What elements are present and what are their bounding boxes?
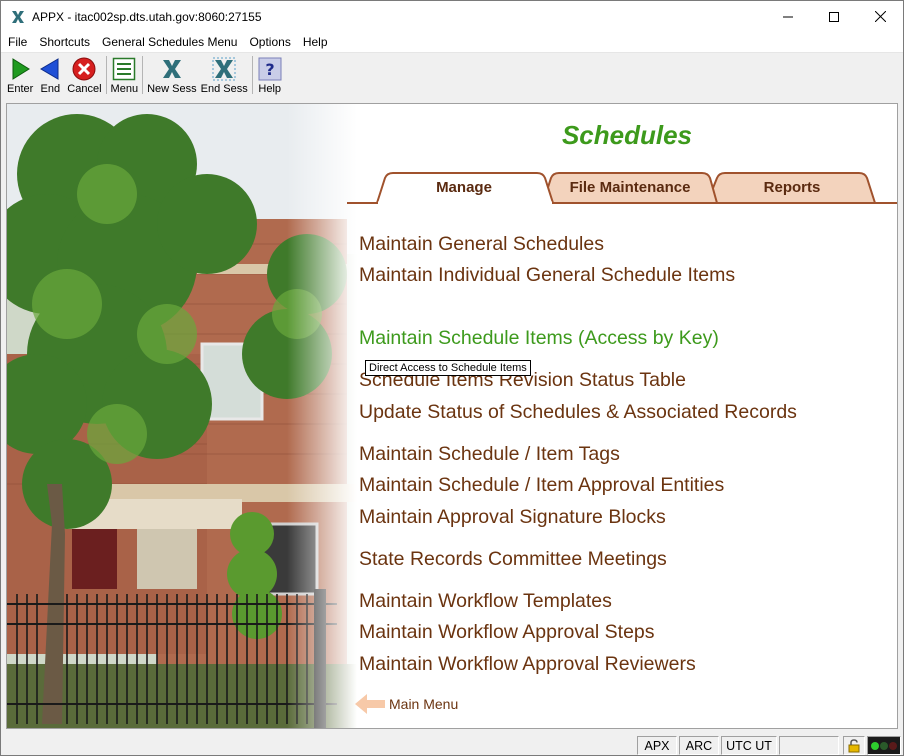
- tab-manage[interactable]: Manage: [385, 179, 543, 196]
- tab-reports[interactable]: Reports: [717, 179, 867, 196]
- link-committee-meetings[interactable]: State Records Committee Meetings: [359, 548, 667, 571]
- link-approval-entities[interactable]: Maintain Schedule / Item Approval Entiti…: [359, 474, 724, 497]
- end-session-label: End Sess: [200, 83, 248, 95]
- toolbar-separator: [105, 56, 107, 94]
- help-button[interactable]: ? Help: [255, 54, 285, 95]
- title-bar[interactable]: APPX - itac002sp.dts.utah.gov:8060:27155: [1, 1, 903, 32]
- enter-label: Enter: [7, 83, 34, 95]
- close-icon: [874, 11, 886, 22]
- link-maintain-schedule-items-by-key[interactable]: Maintain Schedule Items (Access by Key): [359, 327, 719, 350]
- link-maintain-individual-items[interactable]: Maintain Individual General Schedule Ite…: [359, 264, 735, 287]
- cancel-x-icon: [71, 56, 97, 82]
- menu-options[interactable]: Options: [243, 35, 296, 49]
- end-session-icon: [211, 56, 237, 82]
- tab-bar: Manage File Maintenance Reports: [347, 170, 897, 204]
- status-empty: [779, 736, 839, 755]
- window-title: APPX - itac002sp.dts.utah.gov:8060:27155: [32, 9, 262, 24]
- status-arc: ARC: [679, 736, 719, 755]
- link-maintain-general-schedules[interactable]: Maintain General Schedules: [359, 233, 604, 256]
- app-window: APPX - itac002sp.dts.utah.gov:8060:27155…: [0, 0, 904, 756]
- menu-list-icon: [111, 56, 137, 82]
- toolbar: Enter End Cancel Menu New Sess End Sess …: [1, 54, 903, 97]
- toolbar-separator: [142, 56, 144, 94]
- help-label: Help: [258, 83, 282, 95]
- status-apx: APX: [637, 736, 677, 755]
- close-button[interactable]: [857, 1, 903, 32]
- status-bar: APX ARC UTC UT: [1, 734, 903, 755]
- connection-lights-icon: [867, 736, 901, 755]
- svg-text:?: ?: [265, 60, 274, 79]
- menu-general-schedules[interactable]: General Schedules Menu: [96, 35, 243, 49]
- page-title: Schedules: [561, 120, 693, 150]
- tooltip: Direct Access to Schedule Items: [365, 360, 531, 376]
- building-photo: [7, 104, 357, 728]
- cancel-button[interactable]: Cancel: [65, 54, 103, 95]
- maximize-button[interactable]: [811, 1, 857, 32]
- end-session-button[interactable]: End Sess: [199, 54, 250, 95]
- link-item-tags[interactable]: Maintain Schedule / Item Tags: [359, 443, 620, 466]
- link-workflow-steps[interactable]: Maintain Workflow Approval Steps: [359, 621, 655, 644]
- end-label: End: [40, 83, 61, 95]
- menu-shortcuts[interactable]: Shortcuts: [33, 35, 96, 49]
- help-question-icon: ?: [257, 56, 283, 82]
- main-menu-link[interactable]: Main Menu: [355, 694, 458, 714]
- appx-x-icon: [10, 9, 26, 25]
- link-workflow-templates[interactable]: Maintain Workflow Templates: [359, 590, 612, 613]
- link-workflow-reviewers[interactable]: Maintain Workflow Approval Reviewers: [359, 653, 696, 676]
- menu-help[interactable]: Help: [297, 35, 334, 49]
- tab-file-maintenance[interactable]: File Maintenance: [550, 179, 710, 196]
- cancel-label: Cancel: [67, 83, 102, 95]
- lock-icon: [843, 736, 865, 755]
- link-signature-blocks[interactable]: Maintain Approval Signature Blocks: [359, 506, 666, 529]
- end-button[interactable]: End: [35, 54, 65, 95]
- menu-button[interactable]: Menu: [109, 54, 141, 95]
- main-content: Schedules Manage File Maintenance Report…: [6, 103, 898, 729]
- left-arrow-icon: [355, 694, 385, 714]
- menu-label: Menu: [110, 83, 139, 95]
- toolbar-separator: [251, 56, 253, 94]
- enter-button[interactable]: Enter: [5, 54, 35, 95]
- new-session-label: New Sess: [147, 83, 197, 95]
- new-session-button[interactable]: New Sess: [145, 54, 199, 95]
- minimize-icon: [783, 16, 793, 17]
- main-menu-label: Main Menu: [389, 696, 459, 712]
- status-utc: UTC UT: [721, 736, 777, 755]
- back-arrow-icon: [37, 56, 63, 82]
- maximize-icon: [829, 11, 839, 22]
- new-session-icon: [159, 56, 185, 82]
- menu-file[interactable]: File: [1, 35, 33, 49]
- minimize-button[interactable]: [765, 1, 811, 32]
- play-arrow-icon: [7, 56, 33, 82]
- link-update-status[interactable]: Update Status of Schedules & Associated …: [359, 401, 797, 424]
- menu-bar: File Shortcuts General Schedules Menu Op…: [1, 32, 903, 53]
